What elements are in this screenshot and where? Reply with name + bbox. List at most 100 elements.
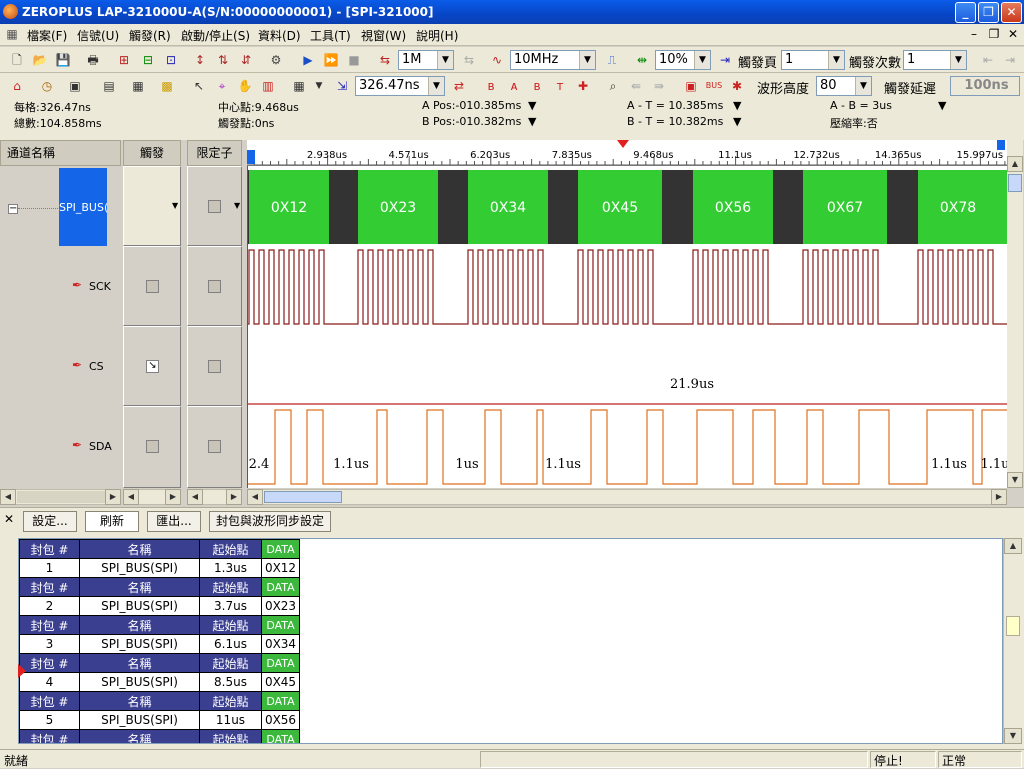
menu-file[interactable]: 檔案(F) [27,27,67,44]
chevron-down-icon[interactable]: ▼ [310,77,328,95]
trigger-count-select[interactable]: 1 ▼ [903,50,967,70]
scroll-thumb[interactable] [264,491,342,503]
chevron-down-icon[interactable]: ▼ [733,99,741,112]
channel-sck[interactable]: SCK [89,280,111,293]
trigger-edge-icon[interactable]: ↕ [191,51,209,69]
trigger-pattern-icon[interactable]: ⇅ [214,51,232,69]
chevron-down-icon[interactable]: ▼ [694,51,710,69]
trigger-delay-field[interactable]: 100ns [950,76,1020,96]
bus-config-icon[interactable]: ▣ [682,77,700,95]
find-icon[interactable]: ⌕ [604,77,622,95]
time-per-div-select[interactable]: 326.47ns ▼ [355,76,445,96]
bar-a-icon[interactable]: ᴀ [505,77,523,95]
page-prev-icon[interactable]: ⇤ [979,51,997,69]
chevron-down-icon[interactable]: ▼ [828,51,844,69]
find-prev-icon[interactable]: ⇚ [627,77,645,95]
mdi-close-icon[interactable]: ✕ [1005,27,1021,41]
packet-vscroll[interactable]: ▲ ▼ [1003,538,1022,744]
save-icon[interactable]: 💾 [54,51,72,69]
list-view-icon[interactable]: ▤ [100,77,118,95]
chevron-down-icon[interactable]: ▼ [950,51,966,69]
home-icon[interactable]: ⌂ [8,77,26,95]
chevron-down-icon[interactable]: ▼ [172,201,178,210]
menu-data[interactable]: 資料(D) [258,27,301,44]
chevron-down-icon[interactable]: ▼ [855,77,871,95]
packet-value-row[interactable]: 1 SPI_BUS(SPI) 1.3us 0X12 [19,558,300,578]
chevron-down-icon[interactable]: ▼ [428,77,444,95]
scroll-down-icon[interactable]: ▼ [1007,472,1023,488]
scroll-thumb[interactable] [1006,616,1020,636]
waveform-vscroll[interactable]: ▲ ▼ [1007,140,1023,488]
mdi-restore-icon[interactable]: ❐ [986,27,1002,41]
packet-entry[interactable]: 封包 # 名稱 起始點 DATA 2 SPI_BUS(SPI) 3.7us 0X23 [19,577,300,616]
scroll-left-icon[interactable]: ◀ [247,489,263,505]
waveform-canvas[interactable]: 0X12 0X23 0X34 0X45 0X56 0X67 0X78 21.9us 2.4 1.1… [247,166,1007,488]
sck-trigger-cell[interactable] [123,246,181,326]
dont-care-icon[interactable] [208,440,221,453]
page-next-icon[interactable]: ⇥ [1001,51,1019,69]
scroll-up-icon[interactable]: ▲ [1004,538,1022,554]
signal-add-icon[interactable]: ⊞ [115,51,133,69]
memory-select[interactable]: 1M ▼ [398,50,454,70]
menu-run-stop[interactable]: 啟動/停止(S) [181,27,250,44]
bus-icon[interactable]: BUS [705,77,723,95]
trigger-page-select[interactable]: 1 ▼ [781,50,845,70]
waveform-hscroll[interactable]: ◀ ▶ [247,489,1007,505]
channel-cs[interactable]: CS [89,360,104,373]
zoom-grid-icon[interactable]: ▦ [290,77,308,95]
scroll-down-icon[interactable]: ▼ [1004,728,1022,744]
stop-icon[interactable]: ■ [345,51,363,69]
sample-rate-select[interactable]: 10MHz ▼ [510,50,596,70]
run-repeat-icon[interactable]: ⏩ [322,51,340,69]
refresh-button[interactable]: 刷新 [85,511,139,532]
bar-add-icon[interactable]: ✚ [574,77,592,95]
chevron-down-icon[interactable]: ▼ [938,99,946,112]
bar-t-icon[interactable]: ᴛ [551,77,569,95]
cs-qualifier-cell[interactable] [187,326,242,406]
scroll-left-icon[interactable]: ◀ [0,489,16,505]
timer-icon[interactable]: ◷ [38,77,56,95]
trigger-config-icon[interactable]: ⇵ [237,51,255,69]
packet-entry[interactable]: 封包 # 名稱 起始點 DATA 5 SPI_BUS(SPI) 11us 0X56 [19,691,300,730]
chevron-down-icon[interactable]: ▼ [528,99,536,112]
sync-settings-button[interactable]: 封包與波形同步設定 [209,511,331,532]
bar-b-icon[interactable]: ʙ [528,77,546,95]
chevron-down-icon[interactable]: ▼ [437,51,453,69]
trigger-hscroll[interactable]: ◀ ▶ [123,489,181,505]
decode-icon[interactable]: ✱ [728,77,746,95]
cs-trigger-cell[interactable]: ↘ [123,326,181,406]
signal-edit-icon[interactable]: ⊟ [139,51,157,69]
menu-trigger[interactable]: 觸發(R) [129,27,171,44]
packet-value-row[interactable]: 5 SPI_BUS(SPI) 11us 0X56 [19,710,300,730]
menu-signal[interactable]: 信號(U) [77,27,119,44]
scroll-right-icon[interactable]: ▶ [105,489,121,505]
mdi-minimize-icon[interactable]: – [966,27,982,41]
packet-value-row[interactable]: 3 SPI_BUS(SPI) 6.1us 0X34 [19,634,300,654]
packet-value-row[interactable]: 2 SPI_BUS(SPI) 3.7us 0X23 [19,596,300,616]
qualifier-header[interactable]: 限定子 [187,140,242,166]
menu-window[interactable]: 視窗(W) [361,27,406,44]
time-ruler[interactable]: 2.938us 4.571us 6.203us 7.835us 9.468us 11.1u… [245,140,1022,166]
pointer-icon[interactable]: ↖ [190,77,208,95]
close-button[interactable]: ✕ [1001,2,1022,23]
sda-qualifier-cell[interactable] [187,406,242,488]
name-hscroll[interactable]: ◀ ▶ [0,489,121,505]
channel-bus[interactable]: SPI_BUS(SPI) [59,168,107,246]
packet-value-row[interactable]: 4 SPI_BUS(SPI) 8.5us 0X45 [19,672,300,692]
run-settings-icon[interactable]: ⚙ [267,51,285,69]
grid-view-icon[interactable]: ▦ [129,77,147,95]
falling-edge-icon[interactable]: ↘ [146,360,159,373]
print-icon[interactable]: 🖶 [84,51,102,69]
dont-care-icon[interactable] [208,280,221,293]
dont-care-icon[interactable] [146,440,159,453]
scroll-left-icon[interactable]: ◀ [123,489,139,505]
zoom-fit-icon[interactable]: ⇄ [450,77,468,95]
find-next-icon[interactable]: ⇛ [650,77,668,95]
scroll-right-icon[interactable]: ▶ [165,489,181,505]
scroll-thumb[interactable] [1008,174,1022,192]
wave-height-select[interactable]: 80 ▼ [816,76,872,96]
dont-care-icon[interactable] [208,200,221,213]
trigger-header[interactable]: 觸發 [123,140,181,166]
new-file-icon[interactable]: 🗋 [8,51,26,69]
minimize-button[interactable]: _ [955,2,976,23]
